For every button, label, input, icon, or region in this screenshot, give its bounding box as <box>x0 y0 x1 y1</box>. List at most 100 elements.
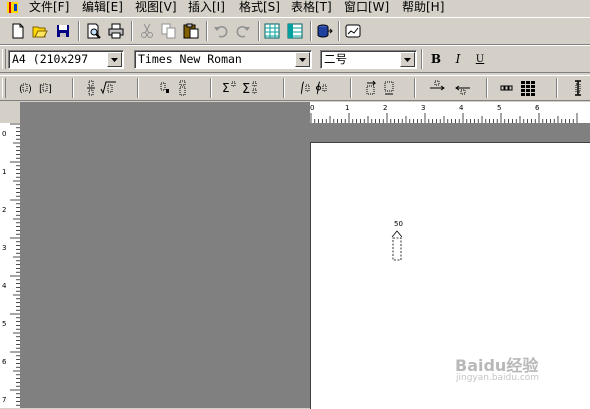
chevron-down-icon[interactable] <box>400 52 415 67</box>
chevron-down-icon[interactable] <box>295 52 310 67</box>
open-button[interactable] <box>30 21 50 41</box>
subscript-button[interactable] <box>152 78 192 98</box>
ruler-label: 4 <box>459 104 464 112</box>
menu-window[interactable]: 窗口[W] <box>344 0 389 15</box>
fraction-sqrt-icon <box>87 80 116 96</box>
ruler-label: 5 <box>2 320 7 328</box>
toolbar-separator <box>556 78 558 98</box>
menu-help[interactable]: 帮助[H] <box>402 0 444 15</box>
parentheses-button[interactable]: () [] <box>18 78 54 98</box>
chart-button[interactable] <box>343 21 363 41</box>
svg-text:[: [ <box>39 84 43 95</box>
document-page[interactable]: 50 <box>310 142 590 409</box>
new-document-button[interactable] <box>8 21 28 41</box>
ruler-label: 5 <box>497 104 502 112</box>
vertical-bar-button[interactable] <box>568 78 588 98</box>
font-size-value: 二号 <box>324 52 347 66</box>
matrix-button[interactable] <box>498 78 540 98</box>
copy-button[interactable] <box>159 21 179 41</box>
print-preview-button[interactable] <box>84 21 104 41</box>
fraction-root-button[interactable] <box>82 78 122 98</box>
ruler-label: 1 <box>345 104 350 112</box>
svg-text:): ) <box>28 84 32 95</box>
table-layout-button[interactable] <box>285 21 305 41</box>
ruler-label: 2 <box>2 206 7 214</box>
font-name-value: Times New Roman <box>138 52 242 66</box>
ruler-label: 0 <box>2 130 7 138</box>
italic-button[interactable]: I <box>448 49 468 69</box>
toolbar-separator <box>338 21 340 41</box>
overbar-button[interactable] <box>362 78 400 98</box>
ruler-corner <box>0 102 20 123</box>
paste-button[interactable] <box>181 21 201 41</box>
menu-bar: 文件[F] 编辑[E] 视图[V] 插入[I] 格式[S] 表格[T] 窗口[W… <box>0 0 590 15</box>
database-arrow-icon <box>317 24 333 38</box>
menu-table[interactable]: 表格[T] <box>291 0 332 15</box>
menu-edit[interactable]: 编辑[E] <box>82 0 123 15</box>
chevron-down-icon[interactable] <box>107 52 122 67</box>
menu-format[interactable]: 格式[S] <box>239 0 280 15</box>
redo-button[interactable] <box>233 21 253 41</box>
print-button[interactable] <box>106 21 126 41</box>
toolbar-separator <box>131 21 133 41</box>
toolbar-separator <box>72 78 74 98</box>
ruler-label: 2 <box>383 104 388 112</box>
menu-view[interactable]: 视图[V] <box>135 0 177 15</box>
ruler-label: 6 <box>535 104 540 112</box>
paper-size-select[interactable]: A4 (210x297 <box>8 50 124 69</box>
overbar-icon <box>366 80 394 95</box>
ruler-page-area: 0 1 2 3 4 5 6 <box>310 102 590 123</box>
printer-icon <box>108 23 124 39</box>
svg-text:Σ: Σ <box>222 81 230 95</box>
toolbar-grip[interactable] <box>2 78 6 98</box>
integral-icon <box>300 81 327 95</box>
ruler-label: 6 <box>2 358 7 366</box>
redo-icon <box>236 26 250 38</box>
scissors-icon <box>141 23 153 38</box>
toolbar-separator <box>310 21 312 41</box>
underline-button[interactable]: U <box>470 49 490 69</box>
matrix-icon <box>500 81 535 96</box>
ruler-label: 0 <box>310 104 315 112</box>
open-folder-icon <box>32 26 48 38</box>
svg-text:]: ] <box>48 84 52 95</box>
toolbar-separator <box>421 49 423 69</box>
paste-clipboard-icon <box>183 23 199 39</box>
watermark-url: jingyan.baidu.com <box>456 373 540 383</box>
menu-insert[interactable]: 插入[I] <box>188 0 225 15</box>
toolbar-grip[interactable] <box>2 49 6 69</box>
summation-button[interactable]: ΣΣ <box>222 78 264 98</box>
toolbar-separator <box>350 78 352 98</box>
sigma-icon: ΣΣ <box>222 81 257 96</box>
copy-icon <box>161 23 176 39</box>
bold-button[interactable]: B <box>426 49 446 69</box>
toolbar-separator <box>210 78 212 98</box>
vertical-ruler[interactable]: 0 1 2 3 4 5 6 7 <box>0 123 20 408</box>
toolbar-separator <box>137 78 139 98</box>
chart-line-icon <box>345 24 361 38</box>
horizontal-ruler[interactable]: 0 1 2 3 4 5 6 <box>20 102 590 123</box>
font-size-select[interactable]: 二号 <box>320 50 417 69</box>
paper-size-value: A4 (210x297 <box>12 52 89 66</box>
ruler-label: 1 <box>2 168 7 176</box>
table-columns-icon <box>287 23 303 39</box>
vertical-bar-icon <box>575 80 581 96</box>
new-document-icon <box>12 23 24 39</box>
insert-table-button[interactable] <box>262 21 282 41</box>
toolbar-separator <box>258 21 260 41</box>
cursor-label: 50 <box>394 220 403 228</box>
integral-button[interactable] <box>296 78 332 98</box>
app-icon <box>7 2 18 13</box>
print-preview-icon <box>87 23 101 39</box>
font-name-select[interactable]: Times New Roman <box>134 50 312 69</box>
database-button[interactable] <box>315 21 335 41</box>
svg-text:(: ( <box>19 84 23 95</box>
standard-toolbar <box>0 17 590 45</box>
save-button[interactable] <box>53 21 73 41</box>
toolbar-separator <box>283 78 285 98</box>
menu-file[interactable]: 文件[F] <box>29 0 69 15</box>
ruler-label: 7 <box>2 396 7 404</box>
arrows-button[interactable] <box>428 78 472 98</box>
undo-button[interactable] <box>211 21 231 41</box>
cut-button[interactable] <box>137 21 157 41</box>
